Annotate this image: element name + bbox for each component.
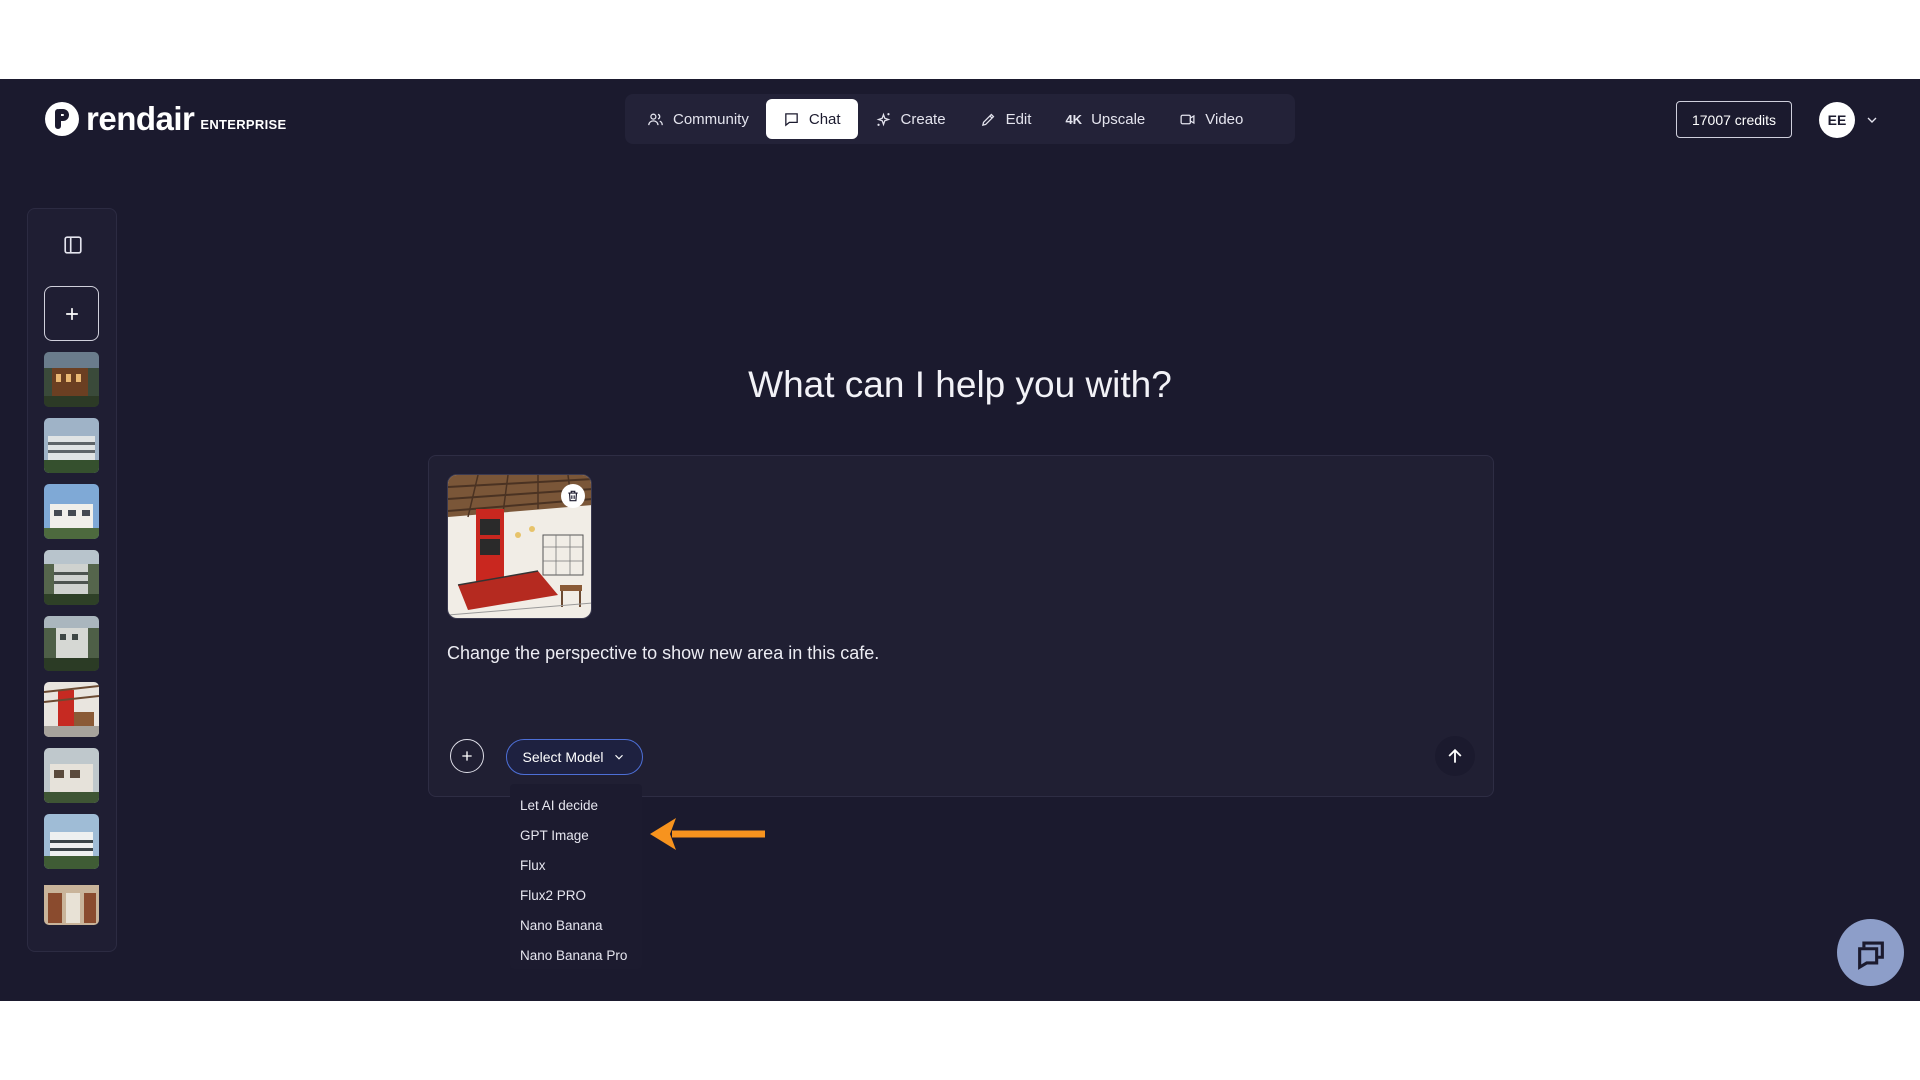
history-thumbnail[interactable]	[44, 814, 99, 869]
tab-edit[interactable]: Edit	[963, 99, 1049, 139]
add-attachment-button[interactable]	[450, 739, 484, 773]
tab-create[interactable]: Create	[858, 99, 963, 139]
tab-video[interactable]: Video	[1162, 99, 1260, 139]
model-option-flux2-pro[interactable]: Flux2 PRO	[510, 880, 642, 910]
sparkle-icon	[876, 112, 890, 126]
history-thumbnail[interactable]	[44, 418, 99, 473]
account-menu-toggle[interactable]	[1864, 112, 1880, 128]
video-camera-icon	[1180, 114, 1195, 124]
support-chat-button[interactable]	[1837, 919, 1904, 986]
prompt-composer: Change the perspective to show new area …	[428, 455, 1494, 797]
model-select-button[interactable]: Select Model	[506, 739, 643, 775]
history-thumbnail[interactable]	[44, 616, 99, 671]
letterbox-top	[0, 0, 1920, 79]
letterbox-bottom	[0, 1001, 1920, 1080]
pencil-icon	[981, 113, 994, 126]
tab-video-label: Video	[1205, 110, 1244, 128]
remove-image-button[interactable]	[561, 484, 585, 508]
prompt-input[interactable]: Change the perspective to show new area …	[447, 643, 879, 664]
brand-logo[interactable]: rendair ENTERPRISE	[45, 100, 287, 137]
tab-upscale[interactable]: 4K Upscale	[1048, 99, 1162, 139]
chevron-down-icon	[615, 754, 624, 760]
model-select-label: Select Model	[522, 749, 604, 765]
users-icon	[648, 113, 663, 125]
attached-image	[447, 474, 592, 619]
model-option-let-ai-decide[interactable]: Let AI decide	[510, 790, 642, 820]
arrow-up-icon	[1448, 748, 1462, 763]
history-thumbnail[interactable]	[44, 748, 99, 803]
annotation-arrow-icon	[650, 818, 765, 850]
history-thumbnail[interactable]	[44, 550, 99, 605]
credits-button[interactable]: 17007 credits	[1676, 101, 1792, 138]
tab-community[interactable]: Community	[630, 99, 766, 139]
brand-tier: ENTERPRISE	[200, 116, 287, 132]
history-thumbnail[interactable]	[44, 484, 99, 539]
app-window: rendair ENTERPRISE Community Chat Create…	[0, 79, 1920, 1001]
brand-name: rendair	[86, 100, 195, 137]
tab-community-label: Community	[673, 110, 749, 128]
history-thumbnail[interactable]	[44, 880, 99, 925]
chevron-down-icon	[1867, 117, 1877, 123]
model-option-nano-banana-pro[interactable]: Nano Banana Pro	[510, 940, 642, 970]
model-option-flux[interactable]: Flux	[510, 850, 642, 880]
top-nav: Community Chat Create Edit 4K Upscale Vi…	[625, 94, 1295, 144]
tab-create-label: Create	[900, 110, 946, 128]
avatar[interactable]: EE	[1819, 102, 1855, 138]
page-title: What can I help you with?	[748, 364, 1172, 405]
plus-icon	[462, 751, 472, 761]
4k-icon: 4K	[1065, 111, 1083, 127]
history-sidebar	[27, 208, 117, 952]
support-chat-icon	[1857, 941, 1884, 970]
model-option-gpt-image[interactable]: GPT Image	[510, 820, 642, 850]
trash-icon	[568, 490, 578, 502]
model-dropdown-menu: Let AI decide GPT Image Flux Flux2 PRO N…	[510, 784, 642, 969]
tab-edit-label: Edit	[1005, 110, 1032, 128]
tab-chat-label: Chat	[808, 110, 841, 128]
plus-icon	[65, 307, 78, 320]
sidebar-toggle-button[interactable]	[62, 234, 84, 256]
history-thumbnail[interactable]	[44, 682, 99, 737]
model-option-nano-banana[interactable]: Nano Banana	[510, 910, 642, 940]
sidebar-panel-icon	[64, 236, 82, 254]
tab-chat[interactable]: Chat	[765, 99, 858, 139]
send-button[interactable]	[1435, 736, 1475, 776]
chat-bubble-icon	[785, 112, 798, 126]
rendair-logo-icon	[45, 102, 79, 136]
new-chat-button[interactable]	[44, 286, 99, 341]
tab-upscale-label: Upscale	[1091, 110, 1146, 128]
